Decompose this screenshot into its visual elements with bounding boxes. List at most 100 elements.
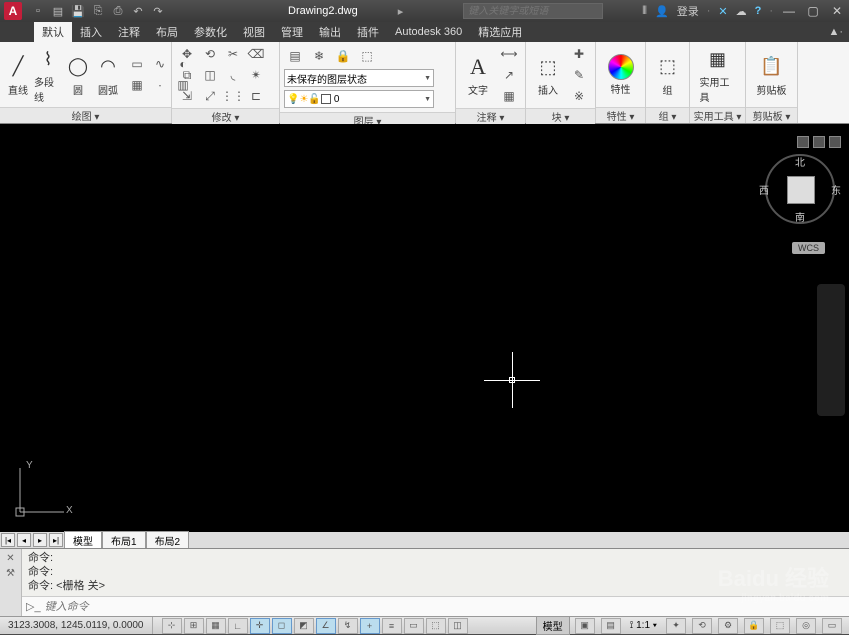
dyn-button[interactable]: + <box>360 618 380 634</box>
quickview-layouts-icon[interactable]: ▣ <box>575 618 595 634</box>
erase-icon[interactable]: ⌫ <box>245 44 267 64</box>
help-search-input[interactable] <box>463 3 603 19</box>
toolbar-lock-icon[interactable]: 🔒 <box>744 618 764 634</box>
app-logo-icon[interactable]: A <box>4 2 22 20</box>
qp-button[interactable]: ⬚ <box>426 618 446 634</box>
a360-icon[interactable]: ☁ <box>736 5 747 18</box>
layout1-tab[interactable]: 布局1 <box>102 531 146 550</box>
qat-save-icon[interactable]: 💾 <box>70 3 86 19</box>
login-button[interactable]: 登录 <box>677 3 699 19</box>
create-block-icon[interactable]: ✚ <box>568 44 590 64</box>
dim-linear-icon[interactable]: ⟷ <box>498 44 520 64</box>
close-button[interactable]: ✕ <box>829 4 845 18</box>
quickview-drawings-icon[interactable]: ▤ <box>601 618 621 634</box>
stretch-icon[interactable]: ⇲ <box>176 86 198 106</box>
line-button[interactable]: ╱直线 <box>4 53 32 97</box>
panel-annotation-title[interactable]: 注释 ▾ <box>456 108 525 124</box>
ortho-button[interactable]: ∟ <box>228 618 248 634</box>
viewport-minimize-icon[interactable] <box>797 136 809 148</box>
tab-last-button[interactable]: ▸| <box>49 533 63 547</box>
tab-featured[interactable]: 精选应用 <box>470 22 530 42</box>
viewport-maximize-icon[interactable] <box>813 136 825 148</box>
osnap-button[interactable]: ◻ <box>272 618 292 634</box>
tab-next-button[interactable]: ▸ <box>33 533 47 547</box>
minimize-button[interactable]: — <box>781 4 797 18</box>
arc-button[interactable]: ◠圆弧 <box>94 53 122 97</box>
rect-icon[interactable]: ▭ <box>126 54 148 74</box>
qat-undo-icon[interactable]: ↶ <box>130 3 146 19</box>
trim-icon[interactable]: ✂ <box>222 44 244 64</box>
tab-manage[interactable]: 管理 <box>273 22 311 42</box>
layer-match-icon[interactable]: ⬚ <box>356 46 378 66</box>
copy-icon[interactable]: ⧉ <box>176 65 198 85</box>
qat-saveas-icon[interactable]: ⎘ <box>90 3 106 19</box>
view-cube[interactable]: 北 南 东 西 <box>765 154 835 224</box>
mirror-icon[interactable]: ◫ <box>199 65 221 85</box>
insert-block-button[interactable]: ⬚插入 <box>530 53 566 97</box>
model-space-button[interactable]: 模型 <box>536 616 570 635</box>
layer-state-dropdown[interactable]: 未保存的图层状态▼ <box>284 69 434 87</box>
model-tab[interactable]: 模型 <box>64 531 102 550</box>
ducs-button[interactable]: ↯ <box>338 618 358 634</box>
pan-icon[interactable] <box>821 314 841 334</box>
explode-icon[interactable]: ✴ <box>245 65 267 85</box>
snap-button[interactable]: ⊞ <box>184 618 204 634</box>
lwt-button[interactable]: ≡ <box>382 618 402 634</box>
qat-print-icon[interactable]: ⎙ <box>110 3 126 19</box>
text-button[interactable]: A文字 <box>460 53 496 97</box>
array-icon[interactable]: ⋮⋮ <box>222 86 244 106</box>
tab-default[interactable]: 默认 <box>34 22 72 42</box>
panel-utilities-title[interactable]: 实用工具 ▾ <box>690 107 745 123</box>
spline-icon[interactable]: ∿ <box>149 54 171 74</box>
3dosnap-button[interactable]: ◩ <box>294 618 314 634</box>
layer-freeze-icon[interactable]: ❄ <box>308 46 330 66</box>
wcs-badge[interactable]: WCS <box>792 242 825 254</box>
help-icon[interactable]: ? <box>755 5 762 17</box>
attr-block-icon[interactable]: ※ <box>568 86 590 106</box>
tab-prev-button[interactable]: ◂ <box>17 533 31 547</box>
polyline-button[interactable]: ⌇多段线 <box>34 45 62 104</box>
hardware-accel-icon[interactable]: ⬚ <box>770 618 790 634</box>
qat-new-icon[interactable]: ▫ <box>30 3 46 19</box>
tab-layout[interactable]: 布局 <box>148 22 186 42</box>
qat-redo-icon[interactable]: ↷ <box>150 3 166 19</box>
steering-wheel-icon[interactable] <box>821 288 841 308</box>
tab-plugins[interactable]: 插件 <box>349 22 387 42</box>
tab-output[interactable]: 输出 <box>311 22 349 42</box>
layer-lock-icon[interactable]: 🔒 <box>332 46 354 66</box>
offset-icon[interactable]: ⊏ <box>245 86 267 106</box>
sc-button[interactable]: ◫ <box>448 618 468 634</box>
qat-open-icon[interactable]: ▤ <box>50 3 66 19</box>
fillet-icon[interactable]: ◟ <box>222 65 244 85</box>
maximize-button[interactable]: ▢ <box>805 4 821 18</box>
tab-first-button[interactable]: |◂ <box>1 533 15 547</box>
layer-props-icon[interactable]: ▤ <box>284 46 306 66</box>
scale-icon[interactable]: ⤢ <box>199 86 221 106</box>
tab-insert[interactable]: 插入 <box>72 22 110 42</box>
tpy-button[interactable]: ▭ <box>404 618 424 634</box>
anno-visibility-icon[interactable]: ✦ <box>666 618 686 634</box>
cmd-options-icon[interactable]: ⚒ <box>6 568 15 579</box>
search-icon[interactable]: ⦀ <box>642 5 647 18</box>
infer-constraints-button[interactable]: ⊹ <box>162 618 182 634</box>
layout2-tab[interactable]: 布局2 <box>146 531 190 550</box>
polar-button[interactable]: ✛ <box>250 618 270 634</box>
isolate-objects-icon[interactable]: ◎ <box>796 618 816 634</box>
rotate-icon[interactable]: ⟲ <box>199 44 221 64</box>
anno-scale-label[interactable]: ⟟ 1:1 ▾ <box>626 620 661 631</box>
hatch-icon[interactable]: ▦ <box>126 75 148 95</box>
leader-icon[interactable]: ↗ <box>498 65 520 85</box>
viewport-close-icon[interactable] <box>829 136 841 148</box>
grid-button[interactable]: ▦ <box>206 618 226 634</box>
tab-view[interactable]: 视图 <box>235 22 273 42</box>
ribbon-collapse-icon[interactable]: ▲· <box>828 26 843 38</box>
utilities-button[interactable]: ▦实用工具 <box>700 45 736 104</box>
clean-screen-icon[interactable]: ▭ <box>822 618 842 634</box>
move-icon[interactable]: ✥ <box>176 44 198 64</box>
tab-annotate[interactable]: 注释 <box>110 22 148 42</box>
panel-groups-title[interactable]: 组 ▾ <box>646 107 689 123</box>
user-icon[interactable]: 👤 <box>655 5 669 18</box>
command-input[interactable] <box>45 601 845 613</box>
orbit-icon[interactable] <box>821 366 841 386</box>
panel-properties-title[interactable]: 特性 ▾ <box>596 107 645 123</box>
